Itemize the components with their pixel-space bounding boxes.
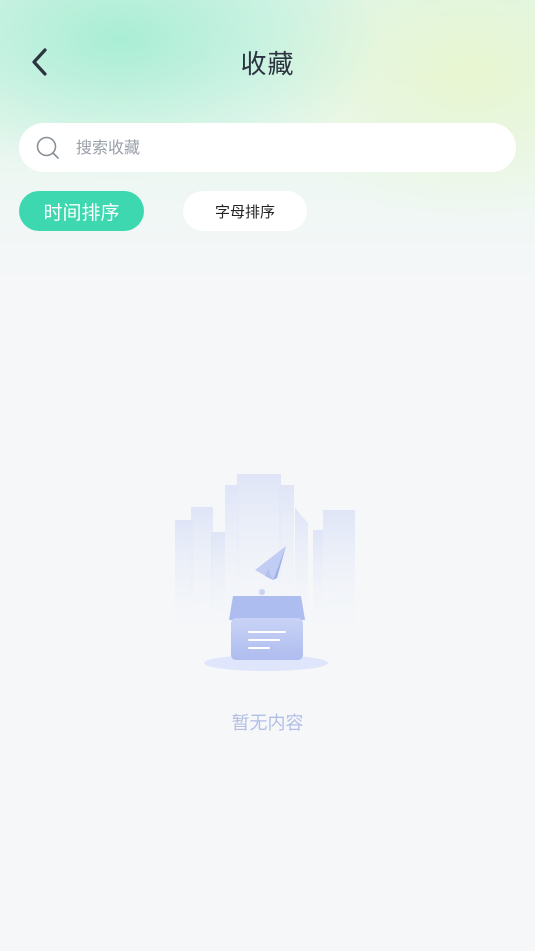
search-icon (36, 136, 59, 159)
sort-by-time-button[interactable]: 时间排序 (19, 191, 144, 231)
page-title: 收藏 (240, 50, 295, 80)
search-input[interactable] (76, 138, 456, 157)
empty-message: 暂无内容 (231, 713, 304, 734)
sort-by-letter-button[interactable]: 字母排序 (183, 191, 307, 231)
empty-state: 暂无内容 (0, 460, 535, 735)
search-bar[interactable] (19, 123, 516, 172)
empty-box-illustration (174, 474, 355, 671)
header: 收藏 (0, 30, 535, 94)
